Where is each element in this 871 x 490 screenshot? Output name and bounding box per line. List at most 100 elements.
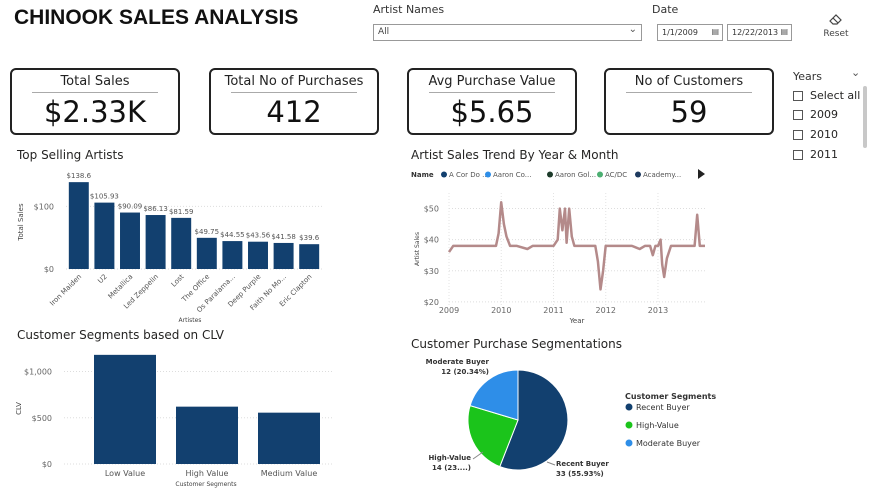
years-slicer-title: Years — [793, 70, 823, 83]
y-tick-label: $50 — [424, 205, 439, 214]
clv-segments-title: Customer Segments based on CLV — [17, 328, 224, 342]
legend-marker — [625, 439, 633, 447]
legend-title: Customer Segments — [625, 392, 716, 401]
y-tick-label: $30 — [424, 267, 439, 276]
x-tick-label: 2012 — [596, 306, 616, 315]
years-item-select-all[interactable]: Select all — [793, 89, 860, 102]
bar — [94, 354, 156, 464]
bar — [258, 412, 320, 464]
top-artists-title: Top Selling Artists — [17, 148, 124, 162]
bar — [145, 215, 166, 269]
legend-marker — [485, 171, 491, 178]
date-filter-label: Date — [652, 3, 679, 16]
kpi-value: 59 — [670, 95, 708, 129]
checkbox[interactable] — [793, 109, 803, 120]
years-item-label: 2011 — [810, 148, 838, 161]
kpi-label: Total No of Purchases — [224, 74, 364, 89]
legend-title: Name — [411, 171, 434, 179]
reset-label: Reset — [823, 29, 849, 39]
legend-marker — [625, 421, 633, 429]
data-label: $49.75 — [195, 228, 220, 236]
legend-item: Aaron Co... — [493, 171, 531, 179]
top-artists-chart: $0 $100 Total Sales $138.6 Iron Maiden $105.9… — [17, 172, 322, 324]
chevron-down-icon[interactable]: ⌄ — [851, 66, 860, 79]
x-tick-label: Medium Value — [261, 469, 318, 478]
y-tick-label: $0 — [42, 460, 52, 469]
data-label: Recent Buyer — [556, 460, 609, 468]
kpi-card-customers: No of Customers 59 — [604, 68, 774, 135]
data-label: $81.59 — [169, 208, 194, 216]
data-label: $44.55 — [220, 231, 245, 239]
y-tick-label: $100 — [34, 202, 54, 211]
date-end-value: 12/22/2013 — [732, 28, 779, 37]
play-arrow-icon — [698, 169, 705, 179]
purchase-segments-chart: Recent Buyer 33 (55.93%) High-Value 14 (23.… — [426, 358, 717, 478]
legend-marker — [547, 171, 553, 178]
x-tick-label: Lost — [170, 273, 186, 289]
date-start-input[interactable]: 1/1/2009 ▤ — [657, 24, 723, 41]
sales-trend-title: Artist Sales Trend By Year & Month — [411, 148, 619, 162]
x-tick-label: 2009 — [439, 306, 459, 315]
leader-line — [546, 461, 556, 466]
legend-item: A Cor Do ... — [449, 171, 489, 179]
data-label: $105.93 — [90, 193, 119, 201]
x-tick-label: 2010 — [491, 306, 511, 315]
bar — [196, 237, 217, 269]
years-item-2011[interactable]: 2011 — [793, 148, 838, 161]
kpi-label: Avg Purchase Value — [428, 74, 556, 89]
bar — [94, 202, 115, 269]
calendar-icon: ▤ — [711, 27, 719, 36]
legend-item: High-Value — [636, 421, 679, 430]
y-tick-label: $20 — [424, 298, 439, 307]
series-line — [447, 201, 705, 291]
x-tick-label: 2011 — [543, 306, 563, 315]
dashboard-title: CHINOOK SALES ANALYSIS — [14, 6, 299, 29]
years-item-label: Select all — [810, 89, 861, 102]
reset-button[interactable]: Reset — [822, 12, 850, 39]
legend-marker — [635, 171, 641, 178]
legend-item: Recent Buyer — [636, 403, 690, 412]
x-axis-label: Customer Segments — [175, 481, 236, 488]
data-label: High-Value — [428, 454, 471, 462]
data-label: $86.13 — [143, 205, 168, 213]
y-axis-label: CLV — [15, 402, 23, 415]
x-tick-label: Iron Maiden — [48, 273, 83, 308]
bar — [68, 182, 89, 269]
years-scrollbar[interactable] — [863, 86, 867, 148]
legend-item: AC/DC — [605, 171, 627, 179]
date-start-value: 1/1/2009 — [662, 28, 698, 37]
checkbox[interactable] — [793, 129, 803, 140]
leader-line — [472, 451, 484, 460]
bar — [176, 406, 238, 464]
data-label: $90.09 — [118, 203, 143, 211]
purchase-segments-title: Customer Purchase Segmentations — [411, 337, 623, 351]
bar — [273, 242, 294, 269]
y-tick-label: $500 — [32, 414, 52, 423]
y-tick-label: $40 — [424, 236, 439, 245]
bar — [299, 244, 320, 269]
artist-filter-label: Artist Names — [373, 3, 445, 16]
bar — [120, 212, 140, 269]
y-axis-label: Total Sales — [17, 203, 25, 242]
bar — [171, 217, 192, 269]
legend-item: Moderate Buyer — [636, 439, 701, 448]
y-tick-label: $1,000 — [24, 368, 52, 377]
x-tick-label: Low Value — [105, 469, 145, 478]
kpi-value: $5.65 — [450, 95, 534, 129]
data-label: $39.6 — [299, 234, 320, 242]
years-item-2010[interactable]: 2010 — [793, 128, 838, 141]
artist-dropdown-value: All — [378, 27, 390, 37]
years-item-2009[interactable]: 2009 — [793, 108, 838, 121]
x-axis-label: Year — [569, 317, 585, 325]
legend-marker — [441, 171, 447, 178]
artist-dropdown[interactable]: All ⌄ — [373, 24, 642, 41]
legend-item: Academy... — [643, 171, 681, 179]
x-tick-label: U2 — [96, 273, 108, 285]
checkbox[interactable] — [793, 149, 803, 160]
x-tick-label: High Value — [186, 469, 229, 478]
kpi-label: No of Customers — [634, 74, 744, 89]
date-end-input[interactable]: 12/22/2013 ▤ — [727, 24, 792, 41]
checkbox[interactable] — [793, 90, 803, 101]
years-item-label: 2010 — [810, 128, 838, 141]
y-tick-label: $0 — [44, 265, 54, 274]
